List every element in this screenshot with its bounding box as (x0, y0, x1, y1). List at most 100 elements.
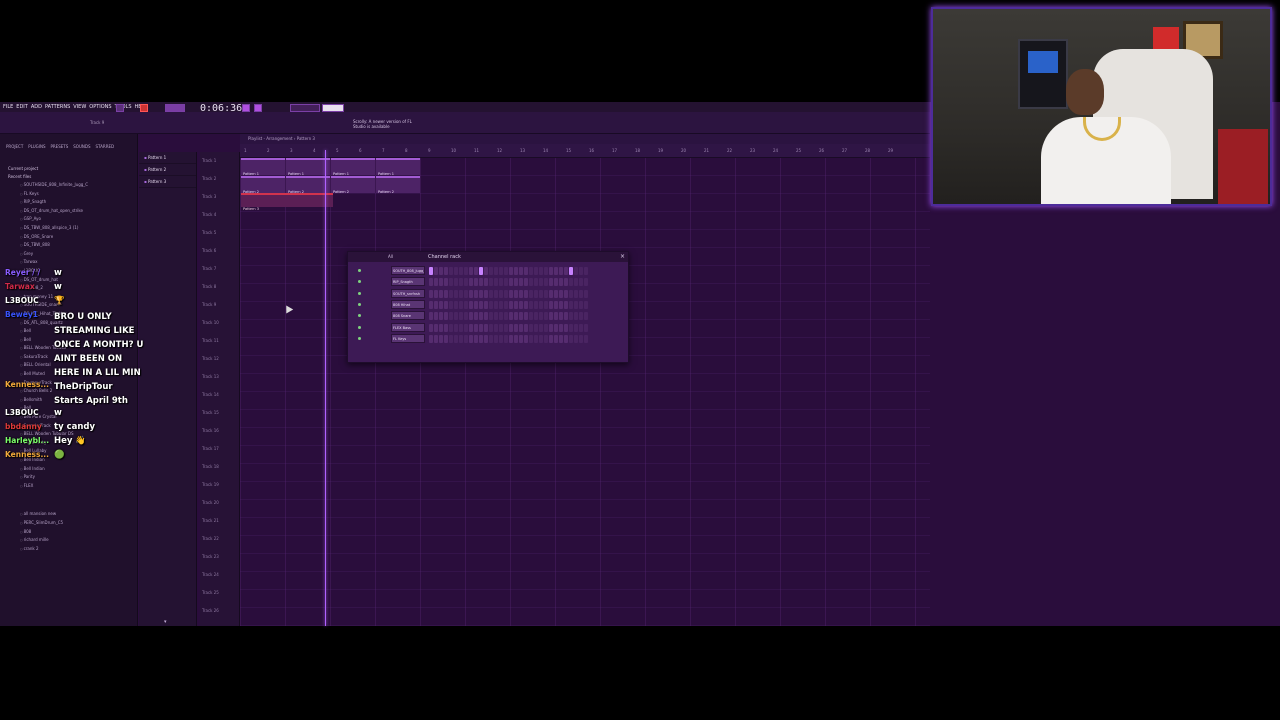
step-button[interactable] (494, 289, 498, 298)
step-button[interactable] (559, 267, 563, 275)
track-label[interactable]: Track 20 (202, 500, 219, 505)
step-button[interactable] (539, 278, 543, 287)
step-button[interactable] (494, 300, 498, 309)
track-label[interactable]: Track 17 (202, 446, 219, 451)
step-button[interactable] (554, 278, 558, 287)
step-button[interactable] (499, 289, 503, 298)
step-button[interactable] (479, 289, 483, 298)
step-button[interactable] (459, 334, 463, 343)
current-project-folder[interactable]: Current project (0, 165, 137, 173)
step-button[interactable] (454, 334, 458, 343)
step-button[interactable] (494, 312, 498, 321)
step-button[interactable] (449, 312, 453, 321)
tab-project[interactable]: PROJECT (6, 144, 23, 149)
step-button[interactable] (519, 323, 523, 332)
step-button[interactable] (439, 334, 443, 343)
step-button[interactable] (469, 289, 473, 298)
track-label[interactable]: Track 10 (202, 320, 219, 325)
step-button[interactable] (474, 278, 478, 287)
step-button[interactable] (434, 267, 438, 275)
step-button[interactable] (429, 289, 433, 298)
step-button[interactable] (484, 289, 488, 298)
channel-button[interactable]: 808 Hihat (391, 299, 425, 309)
step-button[interactable] (569, 323, 573, 332)
step-button[interactable] (429, 300, 433, 309)
step-button[interactable] (564, 267, 568, 275)
track-label[interactable]: Track 19 (202, 482, 219, 487)
step-button[interactable] (524, 323, 528, 332)
step-button[interactable] (434, 278, 438, 287)
track-label[interactable]: Track 15 (202, 410, 219, 415)
step-button[interactable] (564, 278, 568, 287)
channel-mute-led[interactable] (358, 302, 361, 306)
step-button[interactable] (569, 278, 573, 287)
step-button[interactable] (439, 289, 443, 298)
step-button[interactable] (534, 312, 538, 321)
tab-sounds[interactable]: SOUNDS (73, 144, 90, 149)
step-button[interactable] (569, 300, 573, 309)
browser-file-item[interactable]: Bell Indian (0, 465, 137, 474)
step-button[interactable] (434, 334, 438, 343)
step-button[interactable] (569, 267, 573, 275)
step-button[interactable] (569, 289, 573, 298)
step-button[interactable] (579, 278, 583, 287)
step-button[interactable] (434, 312, 438, 321)
track-label[interactable]: Track 24 (202, 572, 219, 577)
browser-file-item[interactable]: Tarwax (0, 258, 137, 267)
browser-file-item[interactable]: DS_ORE_Snare (0, 233, 137, 242)
step-button[interactable] (429, 334, 433, 343)
browser-file-item[interactable]: RIP_Snagth (0, 198, 137, 207)
step-button[interactable] (524, 334, 528, 343)
step-button[interactable] (529, 334, 533, 343)
channel-mute-led[interactable] (358, 314, 361, 318)
step-button[interactable] (539, 312, 543, 321)
step-button[interactable] (479, 323, 483, 332)
step-button[interactable] (494, 334, 498, 343)
step-button[interactable] (564, 312, 568, 321)
menu-file[interactable]: FILE (3, 104, 13, 110)
step-button[interactable] (544, 334, 548, 343)
menu-patterns[interactable]: PATTERNS (45, 104, 70, 110)
step-button[interactable] (469, 278, 473, 287)
track-label[interactable]: Track 22 (202, 536, 219, 541)
step-button[interactable] (539, 289, 543, 298)
browser-file-item[interactable]: 808 (0, 528, 137, 537)
step-button[interactable] (534, 334, 538, 343)
step-button[interactable] (544, 323, 548, 332)
step-button[interactable] (499, 312, 503, 321)
step-button[interactable] (494, 267, 498, 275)
pattern-item[interactable]: Pattern 3 (139, 176, 196, 188)
step-button[interactable] (509, 300, 513, 309)
menu-edit[interactable]: EDIT (16, 104, 28, 110)
track-label[interactable]: Track 5 (202, 230, 216, 235)
step-button[interactable] (584, 323, 588, 332)
step-button[interactable] (544, 278, 548, 287)
step-button[interactable] (534, 278, 538, 287)
step-button[interactable] (539, 300, 543, 309)
step-button[interactable] (479, 334, 483, 343)
step-button[interactable] (519, 267, 523, 275)
step-button[interactable] (494, 323, 498, 332)
step-button[interactable] (579, 267, 583, 275)
playlist-clip[interactable]: Pattern 1 (376, 158, 420, 176)
tab-presets[interactable]: PRESETS (50, 144, 68, 149)
step-button[interactable] (474, 312, 478, 321)
step-button[interactable] (499, 278, 503, 287)
step-button[interactable] (444, 289, 448, 298)
step-button[interactable] (579, 289, 583, 298)
step-button[interactable] (484, 278, 488, 287)
step-button[interactable] (444, 323, 448, 332)
step-button[interactable] (519, 334, 523, 343)
step-button[interactable] (544, 267, 548, 275)
playlist-ruler[interactable]: 1 2 3 4 5 6 7 8 9 10 11 12 13 14 15 16 17 18 19 20 21 22 23 24 2… (240, 144, 930, 158)
step-button[interactable] (534, 289, 538, 298)
browser-file-item[interactable]: SOUTHSIDE_808_Infinite_Jugg_C (0, 181, 137, 190)
step-button[interactable] (549, 267, 553, 275)
step-button[interactable] (509, 323, 513, 332)
playlist-clip[interactable]: Pattern 1 (286, 158, 330, 176)
menu-add[interactable]: ADD (31, 104, 42, 110)
step-button[interactable] (439, 323, 443, 332)
playlist-clip[interactable]: Pattern 1 (331, 158, 375, 176)
step-button[interactable] (489, 289, 493, 298)
step-button[interactable] (504, 289, 508, 298)
